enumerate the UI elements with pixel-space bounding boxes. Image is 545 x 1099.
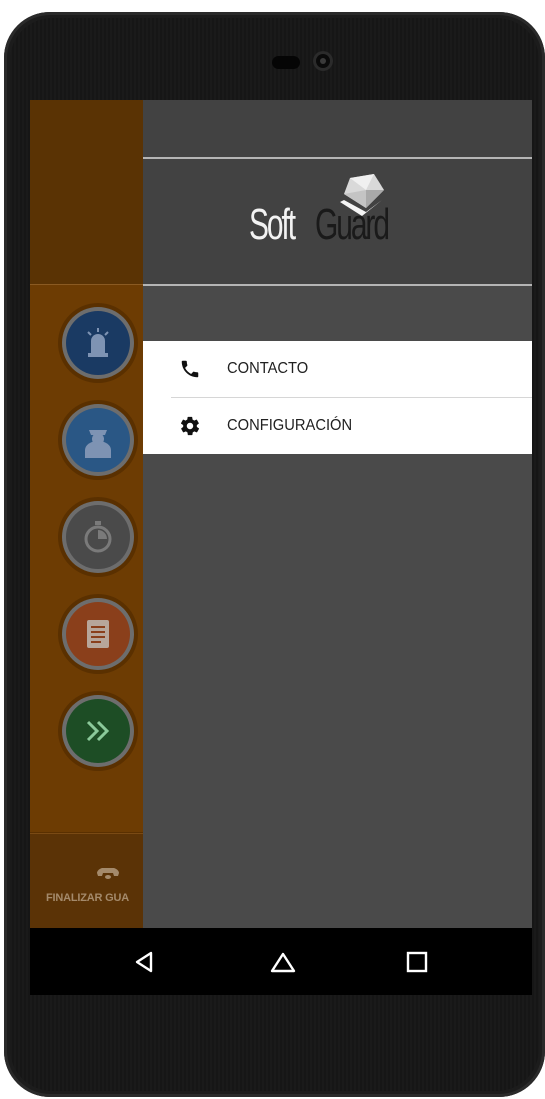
timer-icon xyxy=(66,505,130,569)
menu-item-label: CONTACTO xyxy=(227,360,309,377)
softguard-logo: Soft Guard xyxy=(249,172,429,277)
menu-item-label: CONFIGURACIÓN xyxy=(227,417,353,434)
telephone-icon xyxy=(97,868,119,879)
logo-text-soft: Soft xyxy=(249,200,296,249)
siren-icon xyxy=(66,311,130,375)
phone-icon xyxy=(179,358,201,380)
menu-item-configuracion[interactable]: CONFIGURACIÓN xyxy=(171,397,532,454)
report-button[interactable] xyxy=(58,594,138,674)
drawer-header: Soft Guard xyxy=(143,100,532,286)
timer-button[interactable] xyxy=(58,497,138,577)
screen: FINALIZAR GUA Soft Guard CONTACTO CONFIG… xyxy=(30,100,532,995)
back-icon[interactable] xyxy=(131,948,159,976)
logo-text-guard: Guard xyxy=(315,200,390,249)
recents-icon[interactable] xyxy=(403,948,431,976)
header-line-top xyxy=(143,157,532,159)
siren-button[interactable] xyxy=(58,303,138,383)
home-icon[interactable] xyxy=(269,948,297,976)
front-camera xyxy=(313,51,333,71)
menu-item-contacto[interactable]: CONTACTO xyxy=(143,341,532,397)
document-icon xyxy=(66,602,130,666)
guard-icon xyxy=(66,408,130,472)
forward-icon xyxy=(66,699,130,763)
navigation-drawer: Soft Guard CONTACTO CONFIGURACIÓN xyxy=(143,100,532,928)
guard-button[interactable] xyxy=(58,400,138,480)
gear-icon xyxy=(179,415,201,437)
forward-button[interactable] xyxy=(58,691,138,771)
finalizar-guardia-label: FINALIZAR GUA xyxy=(46,892,129,904)
system-navigation-bar xyxy=(30,928,532,995)
drawer-menu: CONTACTO CONFIGURACIÓN xyxy=(143,341,532,454)
speaker-grille xyxy=(272,56,300,69)
header-line-bottom xyxy=(143,284,532,286)
